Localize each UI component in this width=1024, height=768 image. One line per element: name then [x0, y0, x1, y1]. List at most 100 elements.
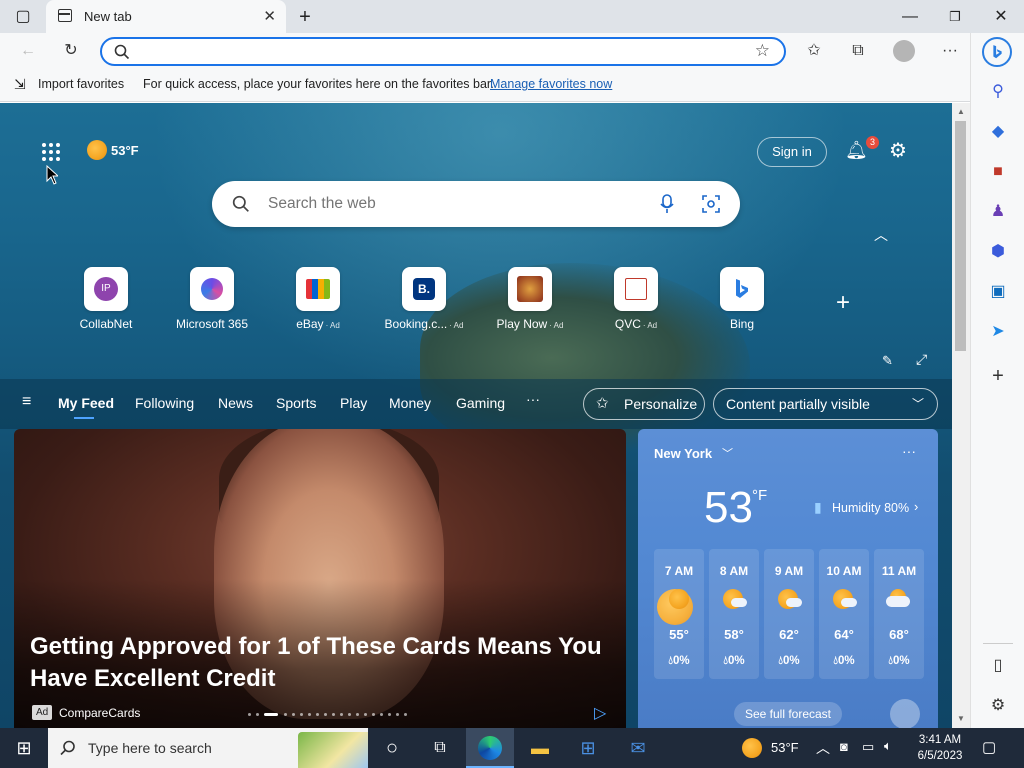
- quicklink-microsoft-365[interactable]: Microsoft 365: [162, 267, 262, 331]
- expand-icon[interactable]: ⤢: [916, 351, 927, 368]
- restore-button[interactable]: ❐: [940, 6, 970, 28]
- add-quicklink-icon[interactable]: +: [836, 289, 850, 317]
- edge-taskbar-icon[interactable]: [466, 728, 514, 768]
- hour-precip-value: 0%: [892, 655, 910, 667]
- file-explorer-icon[interactable]: ▬: [516, 728, 564, 768]
- import-favorites-button[interactable]: Import favorites: [38, 77, 124, 91]
- microsoft-365-icon[interactable]: ⬢: [987, 241, 1009, 263]
- feed-menu-icon[interactable]: ≡: [22, 393, 31, 411]
- sidebar-settings-icon[interactable]: ⚙: [987, 695, 1009, 717]
- feed-tab-money[interactable]: Money: [389, 395, 431, 411]
- microphone-icon[interactable]: [660, 194, 674, 214]
- quicklink-qvc[interactable]: QVC · Ad: [586, 267, 686, 331]
- network-icon[interactable]: ▭: [862, 739, 874, 755]
- humidity-value[interactable]: Humidity 80%: [832, 501, 909, 515]
- more-menu-icon[interactable]: ···: [939, 40, 961, 62]
- shopping-tag-icon[interactable]: ◆: [987, 121, 1009, 143]
- mail-icon[interactable]: ✉: [614, 728, 662, 768]
- carousel-dots[interactable]: [248, 712, 408, 718]
- quicklink-booking[interactable]: B. Booking.c... · Ad: [374, 267, 474, 331]
- personalize-button[interactable]: ✩ Personalize: [583, 388, 705, 420]
- web-search-box[interactable]: [212, 181, 740, 227]
- hour-temp: 62°: [779, 627, 799, 642]
- apps-grid-icon[interactable]: [42, 143, 62, 163]
- volume-icon[interactable]: 🔈︎: [884, 738, 892, 754]
- games-icon[interactable]: ♟: [987, 201, 1009, 223]
- cortana-icon[interactable]: ○: [368, 728, 416, 768]
- add-sidebar-app-icon[interactable]: +: [987, 365, 1009, 387]
- page-scrollbar[interactable]: ▲ ▼: [952, 103, 970, 728]
- address-bar[interactable]: ☆: [100, 37, 786, 66]
- web-search-input[interactable]: [268, 194, 648, 214]
- show-hidden-icons-icon[interactable]: ︿: [816, 738, 830, 758]
- sign-in-button[interactable]: Sign in: [757, 137, 827, 167]
- chevron-right-icon[interactable]: ›: [914, 499, 918, 514]
- microsoft-store-icon[interactable]: ⊞: [564, 728, 612, 768]
- hide-sidebar-icon[interactable]: ▯: [987, 655, 1009, 677]
- search-highlight-image: [298, 732, 368, 768]
- notification-bell-icon[interactable]: 🔔︎: [845, 140, 868, 162]
- edge-logo-icon: [478, 736, 502, 760]
- feed-tab-sports[interactable]: Sports: [276, 395, 316, 411]
- weather-map-thumbnail[interactable]: [890, 699, 920, 728]
- scroll-down-icon[interactable]: ▼: [957, 714, 965, 723]
- outlook-icon[interactable]: ▣: [987, 281, 1009, 303]
- weather-card[interactable]: New York ﹀ ··· 53 °F ▮ Humidity 80% › 7 …: [638, 429, 938, 728]
- feed-tab-play[interactable]: Play: [340, 395, 367, 411]
- collapse-chevron-icon[interactable]: ︿: [874, 225, 888, 245]
- search-icon: [60, 740, 75, 756]
- address-input[interactable]: [136, 42, 736, 62]
- hero-title[interactable]: Getting Approved for 1 of These Cards Me…: [30, 631, 610, 695]
- feed-tab-news[interactable]: News: [218, 395, 253, 411]
- quicklink-ebay[interactable]: eBay · Ad: [268, 267, 368, 331]
- hour-time: 7 AM: [664, 564, 694, 578]
- weather-city[interactable]: New York: [654, 446, 712, 461]
- weather-more-icon[interactable]: ···: [902, 443, 916, 459]
- close-tab-icon[interactable]: ✕: [263, 7, 276, 25]
- tab-new-tab[interactable]: New tab ✕: [46, 0, 286, 33]
- page-settings-icon[interactable]: ⚙: [889, 138, 911, 162]
- windows-start-icon[interactable]: ⊞: [0, 728, 48, 768]
- ad-choices-icon[interactable]: ▷: [594, 703, 606, 723]
- feed-tab-following[interactable]: Following: [135, 395, 194, 411]
- favorites-icon[interactable]: ✩: [803, 40, 825, 62]
- content-visibility-dropdown[interactable]: Content partially visible ﹀: [713, 388, 938, 420]
- ad-label: · Ad: [642, 321, 658, 330]
- feed-more-icon[interactable]: ···: [526, 391, 540, 407]
- taskbar-search-box[interactable]: Type here to search: [48, 728, 368, 768]
- search-icon[interactable]: ⚲: [987, 81, 1009, 103]
- see-full-forecast-button[interactable]: See full forecast: [734, 702, 842, 726]
- personalize-label: Personalize: [624, 396, 698, 412]
- feed-tab-gaming[interactable]: Gaming: [456, 395, 505, 411]
- booking-logo-icon: B.: [413, 278, 435, 300]
- notifications-icon[interactable]: ▢: [982, 738, 996, 756]
- close-window-button[interactable]: ✕: [986, 6, 1016, 28]
- back-icon[interactable]: ←: [17, 40, 39, 62]
- refresh-icon[interactable]: ↻: [60, 40, 82, 62]
- minimize-button[interactable]: —: [895, 6, 925, 28]
- new-tab-button[interactable]: +: [290, 6, 320, 28]
- edit-background-icon[interactable]: ✎: [882, 353, 893, 369]
- task-view-icon[interactable]: ⧉: [416, 728, 464, 768]
- taskbar-clock[interactable]: 3:41 AM 6/5/2023: [908, 732, 972, 764]
- scrollbar-thumb[interactable]: [955, 121, 966, 351]
- bing-chat-icon[interactable]: [982, 37, 1012, 67]
- quicklink-play-now[interactable]: Play Now · Ad: [480, 267, 580, 331]
- favorite-star-icon[interactable]: ☆: [755, 41, 770, 61]
- feed-tab-my-feed[interactable]: My Feed: [58, 395, 114, 411]
- collections-icon[interactable]: ⧉: [847, 40, 869, 62]
- taskbar-weather-temp[interactable]: 53°F: [771, 740, 799, 755]
- profile-avatar[interactable]: [893, 40, 915, 62]
- scroll-up-icon[interactable]: ▲: [957, 107, 965, 116]
- meet-now-icon[interactable]: ◙: [840, 739, 848, 754]
- tools-briefcase-icon[interactable]: ■: [987, 161, 1009, 183]
- visual-search-icon[interactable]: [702, 195, 720, 213]
- quicklink-collabnet[interactable]: IP CollabNet: [56, 267, 156, 331]
- tab-actions-icon[interactable]: ▢: [8, 6, 38, 28]
- drop-send-icon[interactable]: ➤: [987, 321, 1009, 343]
- manage-favorites-link[interactable]: Manage favorites now: [490, 77, 612, 91]
- hero-ad-card[interactable]: Getting Approved for 1 of These Cards Me…: [14, 429, 626, 728]
- quicklink-bing[interactable]: Bing: [692, 267, 792, 331]
- city-chevron-down-icon[interactable]: ﹀: [722, 445, 733, 461]
- tab-title: New tab: [84, 9, 132, 24]
